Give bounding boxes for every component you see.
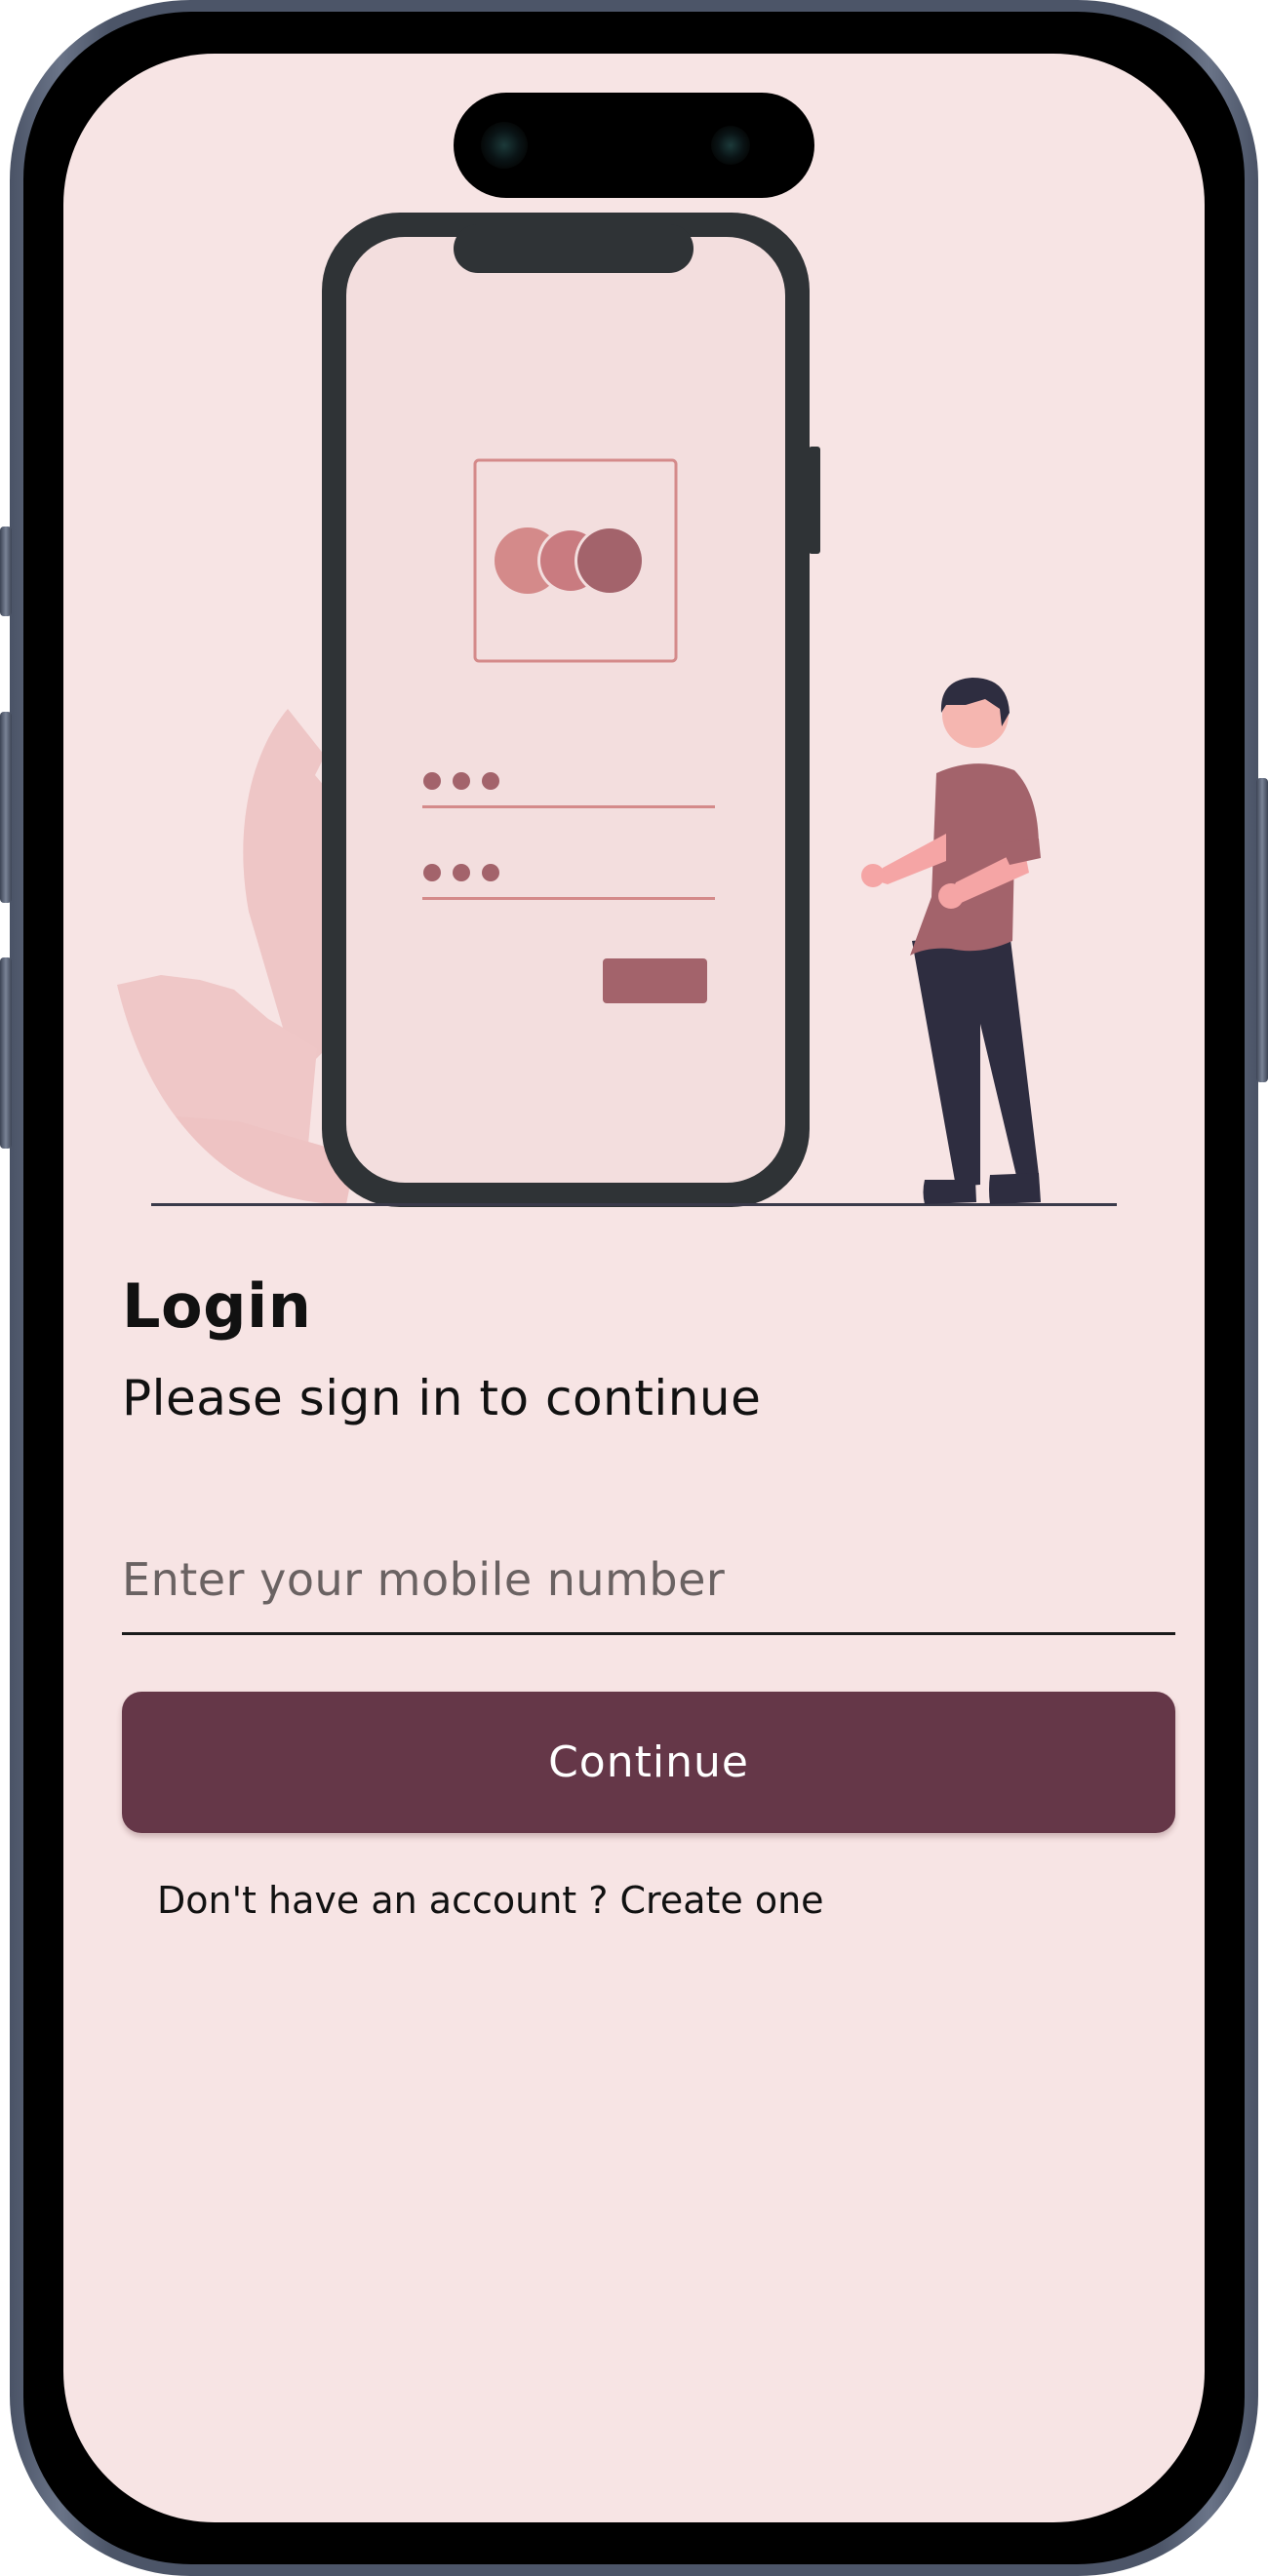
- power-button: [1256, 778, 1268, 1082]
- front-camera-icon: [481, 122, 528, 169]
- volume-up-button: [0, 712, 12, 903]
- person-figure: [861, 678, 1041, 1204]
- login-illustration: [117, 213, 1117, 1207]
- page-title: Login: [122, 1270, 312, 1342]
- mobile-number-input[interactable]: [122, 1526, 1175, 1635]
- volume-down-button: [0, 957, 12, 1149]
- mute-button: [0, 527, 12, 616]
- phone-mockup: [322, 213, 820, 1207]
- create-account-link[interactable]: Don't have an account ? Create one: [157, 1879, 824, 1922]
- page-subtitle: Please sign in to continue: [122, 1370, 762, 1426]
- continue-button[interactable]: Continue: [122, 1692, 1175, 1833]
- sensor-icon: [711, 126, 750, 165]
- dynamic-island: [454, 93, 814, 198]
- ground-line: [151, 1203, 1117, 1206]
- app-screen: Login Please sign in to continue Continu…: [63, 54, 1205, 2522]
